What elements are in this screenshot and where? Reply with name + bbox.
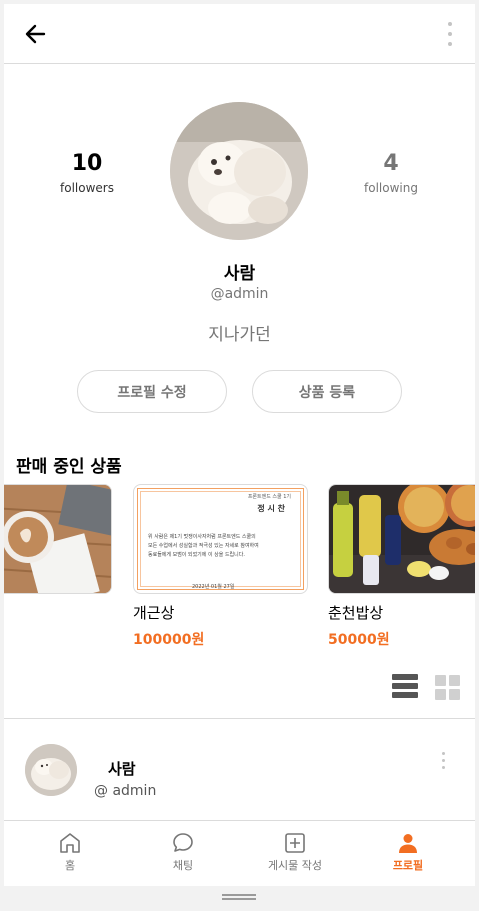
profile-username: 사람	[223, 264, 256, 284]
product-price: 50000원	[328, 632, 390, 648]
certificate-text-line: 동료들에게 모범이 되었기에 이 상을 드립니다.	[148, 552, 245, 558]
tab-home[interactable]: 홈	[20, 831, 120, 873]
post-author-name[interactable]: 사람	[108, 758, 136, 779]
list-view-icon[interactable]	[392, 674, 418, 702]
product-name: 춘천밥상	[328, 604, 384, 622]
following-label: following	[364, 181, 418, 195]
product-name: 개근상	[133, 604, 175, 622]
edit-profile-button[interactable]: 프로필 수정	[77, 370, 227, 413]
certificate-date: 2022년 01월 27일	[192, 584, 235, 590]
drag-handle-icon[interactable]	[222, 894, 256, 900]
product-image	[4, 484, 112, 594]
arrow-left-icon[interactable]	[22, 20, 50, 48]
tab-profile-label: 프로필	[392, 859, 424, 872]
certificate-text-line: 위 사람은 제1기 멋쟁이사자처럼 프론트엔드 스쿨의	[148, 534, 256, 540]
top-app-bar	[4, 4, 475, 64]
certificate-title: 정 시 찬	[257, 504, 285, 513]
tab-home-label: 홈	[64, 859, 76, 872]
followers-count: 10	[71, 151, 103, 176]
tab-chat[interactable]: 채팅	[133, 831, 233, 873]
chat-icon	[173, 833, 193, 852]
tab-profile[interactable]: 프로필	[358, 831, 458, 873]
tab-write-label: 게시물 작성	[267, 859, 323, 872]
tab-write[interactable]: 게시물 작성	[245, 831, 345, 873]
tab-chat-label: 채팅	[172, 859, 194, 872]
profile-avatar	[170, 102, 308, 240]
bottom-tab-bar: 홈 채팅 게시물 작성 프로필	[4, 820, 475, 886]
product-card[interactable]: 춘천밥상 50000원	[328, 484, 475, 649]
add-product-button[interactable]: 상품 등록	[252, 370, 402, 413]
certificate-text-line: 모든 수업에서 성실함과 적극성 있는 자세로 참여하여	[148, 543, 259, 549]
more-vertical-icon[interactable]	[447, 22, 453, 48]
app-screen: 10 followers 4 following 사람 @admin 지나가던 …	[4, 4, 475, 907]
product-price: 100000원	[133, 632, 205, 648]
profile-intro: 지나가던	[208, 325, 271, 345]
followers-stat[interactable]: 10 followers	[27, 150, 147, 196]
product-card[interactable]	[4, 484, 117, 594]
section-divider	[4, 718, 475, 719]
certificate-header: 프론트엔드 스쿨 1기	[247, 494, 291, 500]
post-author-avatar[interactable]	[25, 744, 77, 796]
post-more-icon[interactable]	[441, 752, 447, 772]
grid-view-icon[interactable]	[435, 675, 461, 701]
home-icon	[60, 833, 80, 853]
product-image	[328, 484, 475, 594]
post-author-account: @ admin	[94, 783, 157, 799]
following-stat[interactable]: 4 following	[331, 150, 451, 196]
user-icon	[399, 834, 417, 853]
product-card[interactable]: 프론트엔드 스쿨 1기 정 시 찬 위 사람은 제1기 멋쟁이사자처럼 프론트엔…	[133, 484, 313, 649]
product-image: 프론트엔드 스쿨 1기 정 시 찬 위 사람은 제1기 멋쟁이사자처럼 프론트엔…	[133, 484, 308, 594]
add-post-icon	[285, 833, 305, 853]
followers-label: followers	[60, 181, 114, 195]
profile-account-id: @admin	[210, 286, 269, 302]
products-section-title: 판매 중인 상품	[16, 457, 122, 477]
following-count: 4	[383, 151, 399, 176]
gesture-bar	[4, 886, 475, 907]
